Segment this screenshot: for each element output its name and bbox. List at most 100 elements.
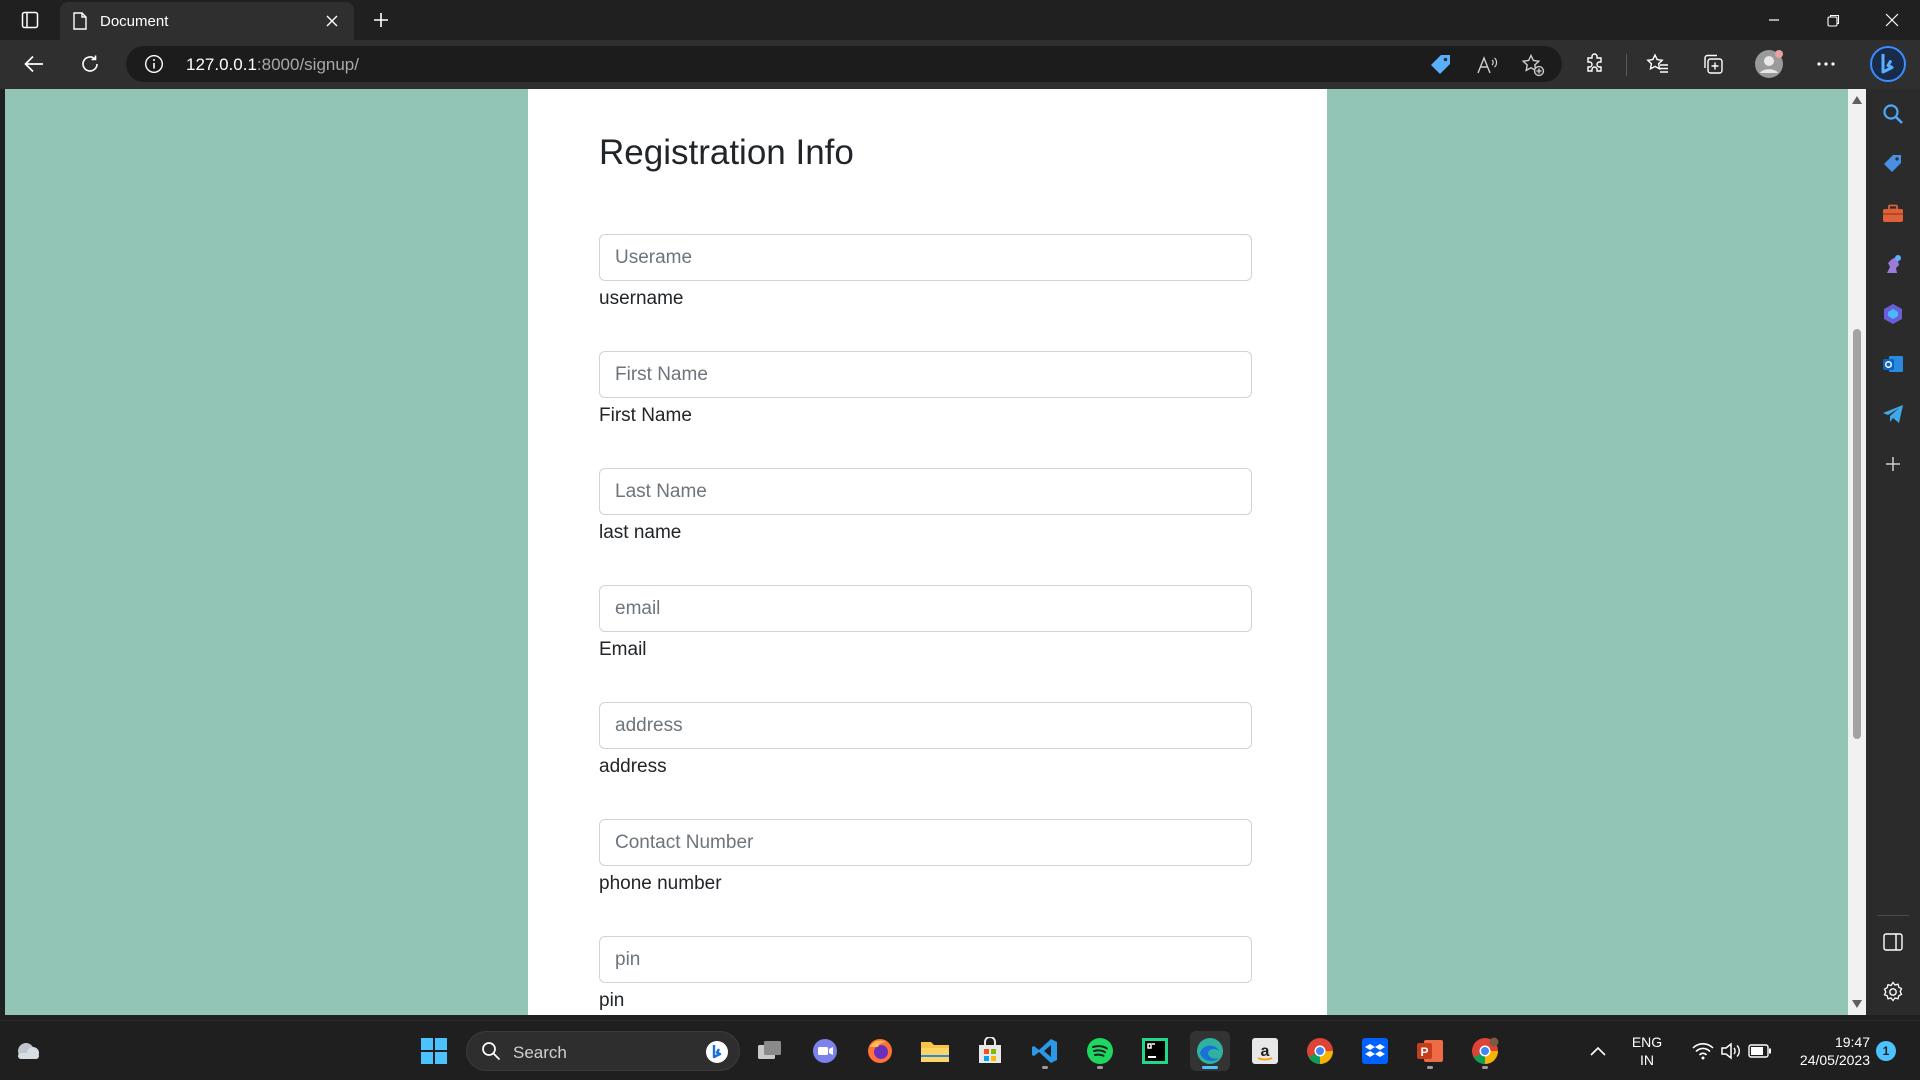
dropbox-icon	[1362, 1038, 1388, 1064]
registration-card: Registration Info username First Name la…	[528, 89, 1327, 1015]
profile-icon	[1755, 50, 1783, 78]
scroll-down-button[interactable]	[1852, 999, 1862, 1009]
browser-tab[interactable]: Document	[60, 2, 354, 40]
close-window-icon	[1885, 13, 1899, 27]
taskbar-dropbox[interactable]	[1355, 1031, 1395, 1071]
scroll-up-button[interactable]	[1852, 95, 1862, 105]
tab-title: Document	[100, 12, 169, 30]
sidebar-settings-button[interactable]	[1878, 977, 1908, 1007]
browser-toolbar: 127.0.0.1:8000/signup/	[0, 40, 1920, 89]
profile-button[interactable]	[1751, 48, 1787, 80]
start-button[interactable]	[414, 1031, 454, 1071]
minimize-button[interactable]	[1746, 0, 1802, 40]
info-icon	[144, 54, 164, 74]
chrome-icon	[1307, 1038, 1333, 1065]
taskbar-store[interactable]	[970, 1031, 1010, 1071]
sidebar-shopping-button[interactable]	[1878, 149, 1908, 179]
taskbar-vscode[interactable]	[1025, 1031, 1065, 1071]
sidebar-split-screen-button[interactable]	[1878, 927, 1908, 957]
notification-badge: 1	[1876, 1041, 1896, 1061]
wifi-icon	[1692, 1043, 1714, 1060]
taskbar-firefox[interactable]	[860, 1031, 900, 1071]
system-tray-quick-settings[interactable]	[1682, 1031, 1782, 1071]
new-tab-button[interactable]	[366, 6, 396, 34]
pin-field-group: pin	[599, 936, 1252, 1012]
sidebar-microsoft-365-button[interactable]	[1878, 299, 1908, 329]
powerpoint-icon: P	[1417, 1040, 1443, 1062]
shopping-tag-icon	[1884, 155, 1901, 172]
volume-icon	[1721, 1042, 1740, 1060]
back-button[interactable]	[16, 48, 52, 80]
firefox-icon	[868, 1039, 892, 1063]
task-view-icon	[758, 1041, 781, 1059]
taskbar-task-view[interactable]	[750, 1031, 790, 1071]
add-favorite-button[interactable]	[1520, 52, 1546, 78]
plus-icon	[374, 13, 388, 27]
collections-button[interactable]	[1695, 48, 1731, 80]
scroll-thumb[interactable]	[1853, 329, 1861, 739]
microsoft-365-icon	[1884, 304, 1902, 324]
tab-actions-button[interactable]	[14, 6, 46, 34]
vscode-icon	[1032, 1039, 1057, 1063]
notification-center-button[interactable]: 1	[1872, 1031, 1900, 1071]
amazon-icon: a	[1252, 1038, 1278, 1064]
sidebar-telegram-button[interactable]	[1878, 399, 1908, 429]
taskbar-file-explorer[interactable]	[915, 1031, 955, 1071]
last-name-label: last name	[599, 522, 682, 543]
weather-widget[interactable]	[8, 1031, 48, 1071]
close-window-button[interactable]	[1864, 0, 1920, 40]
chrome-icon	[1472, 1037, 1499, 1065]
show-hidden-icons-button[interactable]	[1578, 1031, 1618, 1071]
email-input[interactable]	[599, 585, 1252, 632]
taskbar-chat[interactable]	[805, 1031, 845, 1071]
close-icon	[326, 15, 338, 27]
language-indicator[interactable]: ENG IN	[1622, 1033, 1672, 1069]
site-info-button[interactable]	[144, 54, 164, 74]
more-button[interactable]	[1808, 48, 1844, 80]
pin-input[interactable]	[599, 936, 1252, 983]
email-label: Email	[599, 639, 647, 660]
sidebar-outlook-button[interactable]	[1878, 349, 1908, 379]
refresh-button[interactable]	[72, 48, 108, 80]
contact-number-input[interactable]	[599, 819, 1252, 866]
favorites-button[interactable]	[1640, 48, 1676, 80]
username-input[interactable]	[599, 234, 1252, 281]
taskbar-search-label: Search	[513, 1043, 567, 1062]
taskbar-chrome[interactable]	[1300, 1031, 1340, 1071]
username-field-group: username	[599, 234, 1252, 310]
page-scrollbar[interactable]	[1848, 89, 1866, 1015]
running-indicator	[1042, 1066, 1048, 1069]
read-aloud-button[interactable]	[1474, 52, 1500, 78]
clock[interactable]: 19:47 24/05/2023	[1774, 1033, 1870, 1069]
last-name-input[interactable]	[599, 468, 1252, 515]
taskbar-spotify[interactable]	[1080, 1031, 1120, 1071]
taskbar-amazon[interactable]: a	[1245, 1031, 1285, 1071]
taskbar-powerpoint[interactable]: P	[1410, 1031, 1450, 1071]
first-name-input[interactable]	[599, 351, 1252, 398]
taskbar-search-box[interactable]: Search	[466, 1031, 740, 1071]
running-indicator	[1202, 1066, 1218, 1069]
sidebar-tools-button[interactable]	[1878, 199, 1908, 229]
sidebar-add-button[interactable]	[1878, 449, 1908, 479]
sidebar-search-button[interactable]	[1878, 99, 1908, 129]
battery-icon	[1748, 1044, 1771, 1058]
username-label: username	[599, 288, 684, 309]
address-input[interactable]	[599, 702, 1252, 749]
first-name-field-group: First Name	[599, 351, 1252, 427]
outlook-icon	[1883, 356, 1903, 372]
address-bar[interactable]: 127.0.0.1:8000/signup/	[126, 46, 1562, 82]
phone-number-label: phone number	[599, 873, 722, 894]
address-field-group: address	[599, 702, 1252, 778]
sidebar-games-button[interactable]	[1878, 249, 1908, 279]
bing-chat-button[interactable]	[1868, 44, 1908, 84]
extensions-button[interactable]	[1577, 48, 1613, 80]
coupon-button[interactable]	[1428, 52, 1454, 78]
folder-icon	[921, 1042, 949, 1062]
taskbar-chrome-profile[interactable]	[1465, 1031, 1505, 1071]
taskbar-edge[interactable]	[1190, 1031, 1230, 1071]
tab-close-button[interactable]	[322, 11, 342, 31]
taskbar-pycharm[interactable]	[1135, 1031, 1175, 1071]
language-code: ENG	[1631, 1034, 1663, 1050]
search-icon	[1883, 104, 1903, 124]
restore-button[interactable]	[1805, 0, 1861, 40]
